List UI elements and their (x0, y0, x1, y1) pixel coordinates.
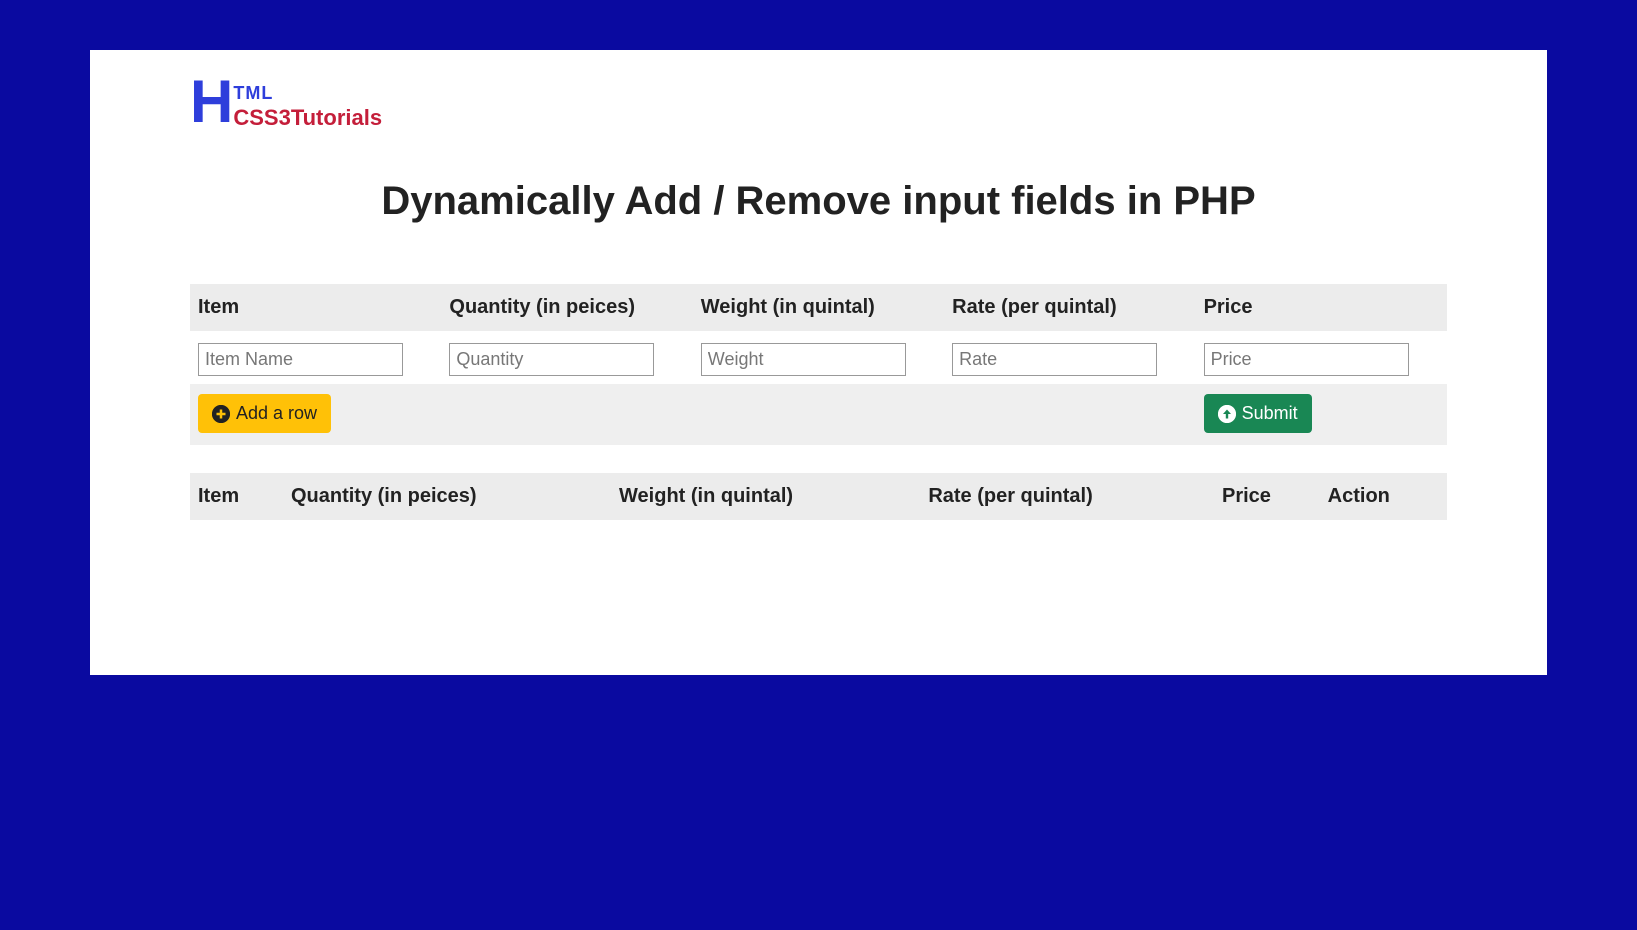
weight-input[interactable] (701, 343, 906, 376)
logo-tml: TML (233, 84, 382, 102)
page-container: H TML CSS3Tutorials Dynamically Add / Re… (90, 50, 1547, 675)
display-header-action: Action (1320, 473, 1447, 520)
input-form-table: Item Quantity (in peices) Weight (in qui… (190, 284, 1447, 473)
form-header-row: Item Quantity (in peices) Weight (in qui… (190, 284, 1447, 331)
logo: H TML CSS3Tutorials (190, 75, 1447, 129)
price-input[interactable] (1204, 343, 1409, 376)
rate-input[interactable] (952, 343, 1157, 376)
item-name-input[interactable] (198, 343, 403, 376)
header-price: Price (1196, 284, 1447, 331)
logo-section: H TML CSS3Tutorials (190, 75, 1447, 129)
logo-letter: H (190, 75, 233, 129)
display-header-quantity: Quantity (in peices) (283, 473, 611, 520)
page-title: Dynamically Add / Remove input fields in… (190, 179, 1447, 224)
display-header-item: Item (190, 473, 283, 520)
arrow-up-circle-icon (1218, 405, 1236, 423)
logo-text-stack: TML CSS3Tutorials (233, 84, 382, 129)
submit-button[interactable]: Submit (1204, 394, 1312, 433)
header-quantity: Quantity (in peices) (441, 284, 692, 331)
gap-row (190, 445, 1447, 473)
display-header-price: Price (1214, 473, 1320, 520)
display-header-row: Item Quantity (in peices) Weight (in qui… (190, 473, 1447, 520)
header-weight: Weight (in quintal) (693, 284, 944, 331)
submit-label: Submit (1242, 403, 1298, 424)
logo-css3: CSS3Tutorials (233, 107, 382, 129)
display-table: Item Quantity (in peices) Weight (in qui… (190, 473, 1447, 520)
form-action-row: Add a row Submit (190, 384, 1447, 445)
add-row-button[interactable]: Add a row (198, 394, 331, 433)
quantity-input[interactable] (449, 343, 654, 376)
display-header-weight: Weight (in quintal) (611, 473, 920, 520)
plus-circle-icon (212, 405, 230, 423)
display-header-rate: Rate (per quintal) (920, 473, 1214, 520)
header-rate: Rate (per quintal) (944, 284, 1195, 331)
add-row-label: Add a row (236, 403, 317, 424)
header-item: Item (190, 284, 441, 331)
form-input-row (190, 331, 1447, 384)
